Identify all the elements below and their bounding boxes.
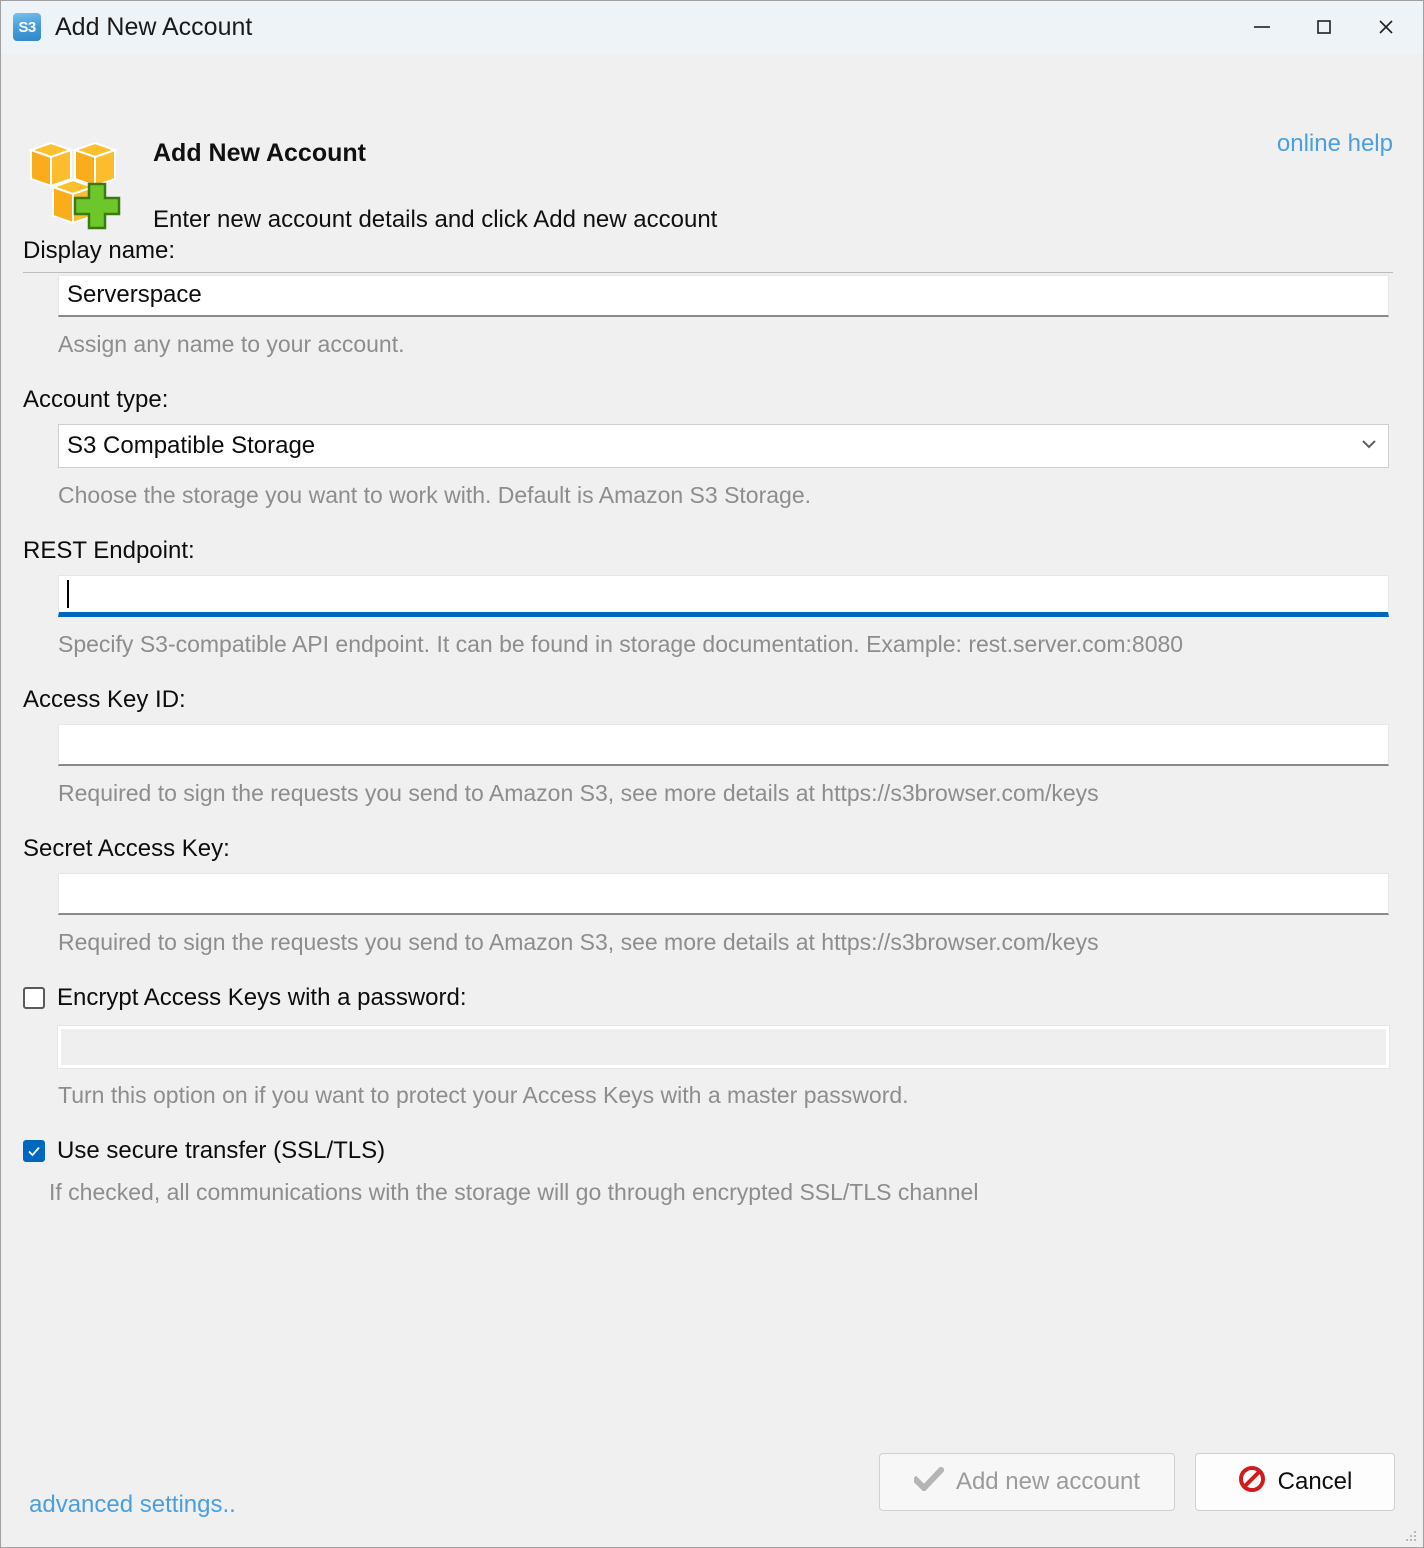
rest-endpoint-group: REST Endpoint: Specify S3-compatible API… <box>1 537 1423 658</box>
checkmark-icon <box>911 1465 946 1498</box>
secret-access-key-hint: Required to sign the requests you send t… <box>58 929 1099 955</box>
add-new-account-button-label: Add new account <box>955 1468 1141 1495</box>
account-type-group: Account type: S3 Compatible Storage Choo… <box>1 386 1423 509</box>
rest-endpoint-input[interactable] <box>58 575 1389 617</box>
encrypt-keys-label: Encrypt Access Keys with a password: <box>57 984 467 1011</box>
secure-transfer-group: Use secure transfer (SSL/TLS) If checked… <box>1 1137 1423 1206</box>
secure-transfer-checkbox[interactable] <box>23 1140 45 1162</box>
secret-access-key-group: Secret Access Key: Required to sign the … <box>1 835 1423 956</box>
display-name-group: Display name: Serverspace Assign any nam… <box>1 237 1423 358</box>
minimize-icon[interactable] <box>1231 1 1293 53</box>
access-key-id-input[interactable] <box>58 724 1389 766</box>
dialog-footer: advanced settings.. Add new account Canc… <box>1 1443 1423 1547</box>
page-subtitle: Enter new account details and click Add … <box>153 206 718 233</box>
dialog-header: Add New Account Enter new account detail… <box>1 54 1423 273</box>
rest-endpoint-input-wrap <box>58 575 1389 617</box>
secret-access-key-label: Secret Access Key: <box>23 835 230 862</box>
display-name-input[interactable]: Serverspace <box>58 275 1389 317</box>
s3-buckets-add-logo <box>27 134 123 230</box>
encrypt-password-input-wrap <box>58 1026 1389 1068</box>
chevron-down-icon <box>1360 437 1378 455</box>
cancel-prohibition-icon <box>1238 1465 1266 1500</box>
display-name-input-wrap: Serverspace <box>58 275 1389 317</box>
encrypt-keys-group: Encrypt Access Keys with a password: Tur… <box>1 984 1423 1109</box>
access-key-id-label: Access Key ID: <box>23 686 186 713</box>
window-controls <box>1231 1 1417 53</box>
secure-transfer-hint: If checked, all communications with the … <box>49 1179 979 1205</box>
account-type-hint: Choose the storage you want to work with… <box>58 482 812 508</box>
account-type-select[interactable]: S3 Compatible Storage <box>58 424 1389 468</box>
advanced-settings-link[interactable]: advanced settings.. <box>29 1491 236 1519</box>
encrypt-password-input <box>58 1026 1389 1068</box>
window-title: Add New Account <box>55 12 253 41</box>
cancel-button-label: Cancel <box>1277 1468 1353 1495</box>
secret-access-key-input[interactable] <box>58 873 1389 915</box>
access-key-id-hint: Required to sign the requests you send t… <box>58 780 1099 806</box>
rest-endpoint-label: REST Endpoint: <box>23 537 195 564</box>
encrypt-keys-hint: Turn this option on if you want to prote… <box>58 1082 909 1108</box>
account-form: Display name: Serverspace Assign any nam… <box>1 237 1423 1234</box>
access-key-id-input-wrap <box>58 724 1389 766</box>
s3-app-icon: S3 <box>13 13 41 41</box>
maximize-icon[interactable] <box>1293 1 1355 53</box>
online-help-link[interactable]: online help <box>1277 130 1393 158</box>
cancel-button[interactable]: Cancel <box>1195 1453 1395 1511</box>
access-key-id-group: Access Key ID: Required to sign the requ… <box>1 686 1423 807</box>
encrypt-keys-checkbox-row[interactable]: Encrypt Access Keys with a password: <box>23 984 1423 1012</box>
text-caret <box>67 580 69 608</box>
add-new-account-dialog: S3 Add New Account Add New Account Enter… <box>0 0 1424 1548</box>
display-name-hint: Assign any name to your account. <box>58 331 405 357</box>
close-icon[interactable] <box>1355 1 1417 53</box>
secret-access-key-input-wrap <box>58 873 1389 915</box>
encrypt-keys-checkbox[interactable] <box>23 987 45 1009</box>
resize-grip[interactable] <box>1404 1529 1418 1543</box>
secure-transfer-checkbox-row[interactable]: Use secure transfer (SSL/TLS) <box>23 1137 1423 1165</box>
account-type-label: Account type: <box>23 386 169 413</box>
add-new-account-button[interactable]: Add new account <box>879 1453 1175 1511</box>
display-name-label: Display name: <box>23 237 176 264</box>
rest-endpoint-hint: Specify S3-compatible API endpoint. It c… <box>58 631 1184 657</box>
secure-transfer-label: Use secure transfer (SSL/TLS) <box>57 1137 386 1164</box>
checkmark-icon <box>28 1146 40 1157</box>
page-title: Add New Account <box>153 139 366 167</box>
title-bar: S3 Add New Account <box>1 1 1423 54</box>
account-type-value: S3 Compatible Storage <box>67 432 316 459</box>
